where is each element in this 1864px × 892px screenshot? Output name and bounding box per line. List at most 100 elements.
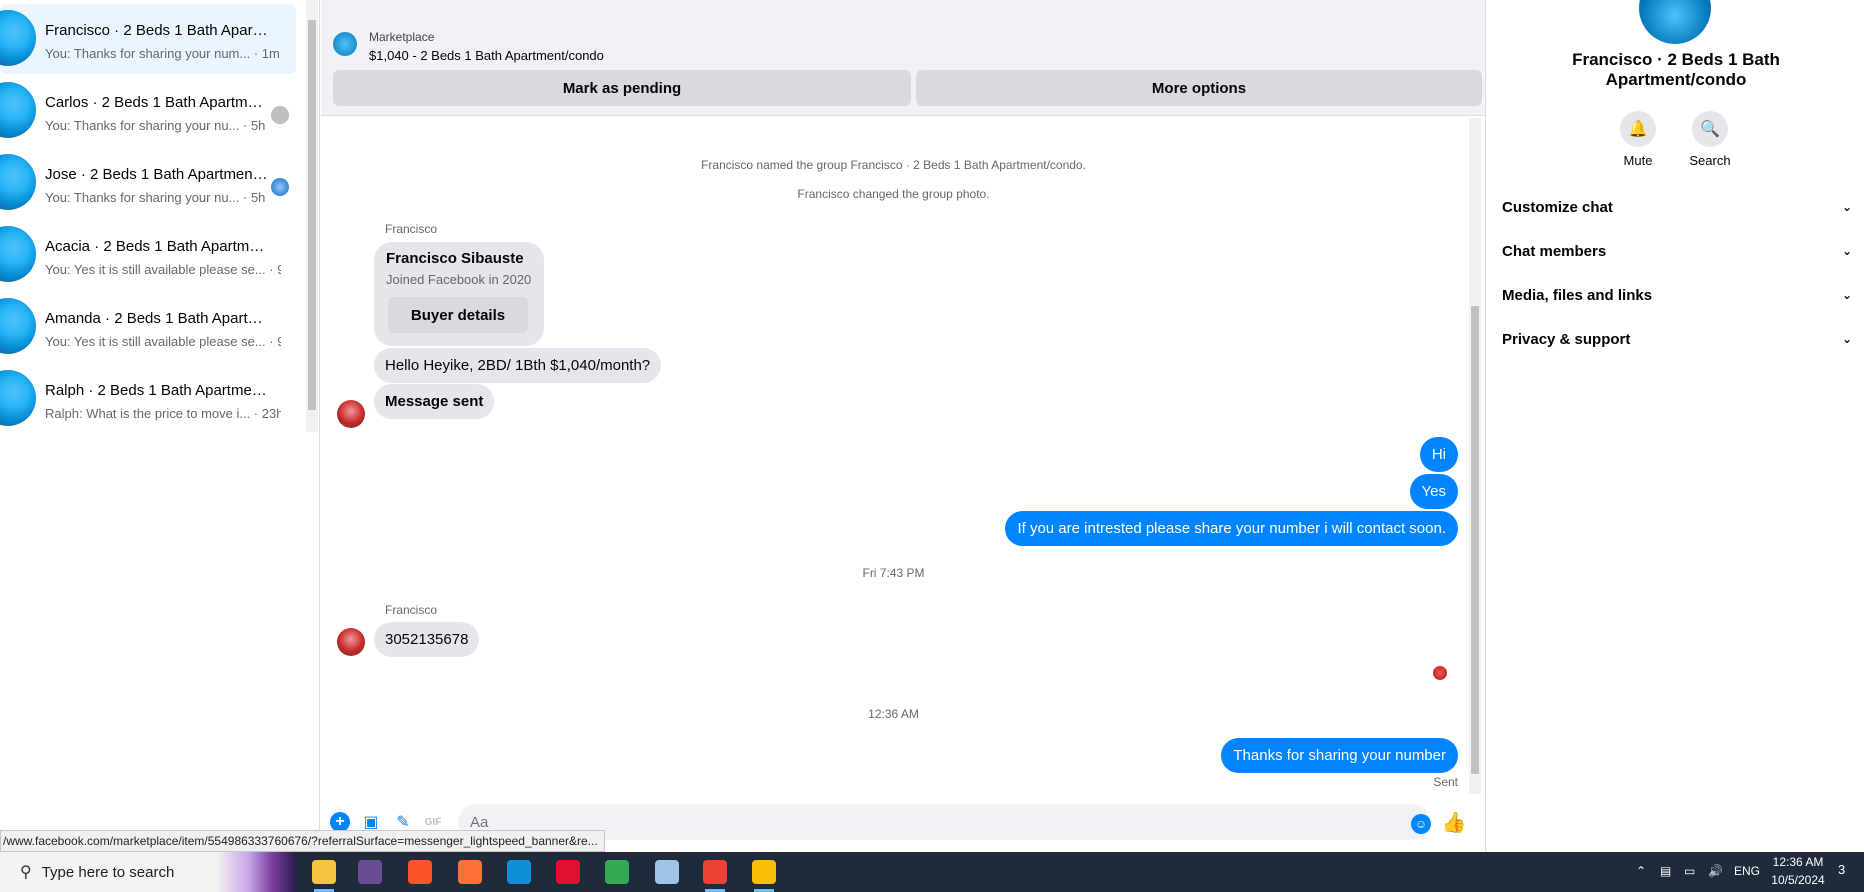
section-privacy-support[interactable]: Privacy & support ⌄ <box>1502 319 1852 359</box>
system-message: Francisco named the group Francisco · 2 … <box>701 158 1086 172</box>
conversation-name: Jose · 2 Beds 1 Bath Apartment/condo <box>45 166 270 183</box>
chrome-profile-icon[interactable] <box>703 860 727 892</box>
conversation-name: Acacia · 2 Beds 1 Bath Apartment/condo <box>45 238 270 255</box>
section-media-files-links[interactable]: Media, files and links ⌄ <box>1502 275 1852 315</box>
language-indicator[interactable]: ENG <box>1734 864 1760 878</box>
conversation-list-scroll-thumb[interactable] <box>308 20 316 410</box>
timestamp-divider: 12:36 AM <box>868 707 919 721</box>
system-message: Francisco changed the group photo. <box>797 187 990 201</box>
conversation-item-jose[interactable]: Jose · 2 Beds 1 Bath Apartment/condo You… <box>0 148 296 218</box>
section-label: Customize chat <box>1502 198 1613 216</box>
device-icon[interactable]: ▤ <box>1660 864 1671 878</box>
search-highlight-art <box>216 852 296 892</box>
listing-thumbnail <box>0 10 36 66</box>
gif-icon[interactable]: GIF <box>423 812 443 832</box>
chrome-icon[interactable] <box>605 860 629 884</box>
app-icon[interactable] <box>358 860 382 884</box>
plus-icon[interactable]: + <box>330 812 350 832</box>
chrome-profile-2-icon[interactable] <box>752 860 776 892</box>
notepad-icon[interactable] <box>655 860 679 884</box>
sender-avatar[interactable] <box>337 400 365 428</box>
thumbs-up-icon[interactable]: 👍 <box>1442 810 1467 834</box>
section-label: Privacy & support <box>1502 330 1631 348</box>
listing-title[interactable]: $1,040 - 2 Beds 1 Bath Apartment/condo <box>369 48 604 63</box>
sender-avatar[interactable] <box>337 628 365 656</box>
message-bubble-outgoing[interactable]: Thanks for sharing your number <box>1221 738 1458 773</box>
conversation-item-carlos[interactable]: Carlos · 2 Beds 1 Bath Apartment/condo Y… <box>0 76 296 146</box>
listing-thumbnail <box>0 82 36 138</box>
section-customize-chat[interactable]: Customize chat ⌄ <box>1502 187 1852 227</box>
message-bubble-incoming[interactable]: Message sent <box>374 384 495 419</box>
taskbar-search-placeholder: Type here to search <box>41 863 175 881</box>
bell-icon[interactable]: 🔔 <box>1620 111 1656 147</box>
notification-center-icon[interactable]: 3 <box>1838 862 1858 882</box>
chat-scroll-thumb[interactable] <box>1471 306 1479 774</box>
chevron-down-icon: ⌄ <box>1841 332 1852 346</box>
windows-taskbar: ⚲ Type here to search ⌃ ▤ ▭ 🔊 ENG 12:36 … <box>0 852 1864 892</box>
firefox-icon[interactable] <box>458 860 482 884</box>
clock-time[interactable]: 12:36 AM <box>1768 855 1828 869</box>
sender-name: Francisco <box>385 222 438 236</box>
mute-label: Mute <box>1623 153 1653 168</box>
sender-name: Francisco <box>385 603 438 617</box>
conversation-list: Francisco · 2 Beds 1 Bath Apartment/cond… <box>0 0 320 852</box>
section-label: Chat members <box>1502 242 1607 260</box>
notification-count: 3 <box>1838 862 1846 877</box>
conversation-name: Amanda · 2 Beds 1 Bath Apartment/condo <box>45 310 270 327</box>
conversation-item-acacia[interactable]: Acacia · 2 Beds 1 Bath Apartment/condo Y… <box>0 220 296 290</box>
listing-thumbnail <box>0 226 36 282</box>
conversation-snippet: You: Thanks for sharing your nu... · 5h <box>45 190 266 205</box>
buyer-joined-date: Joined Facebook in 2020 <box>386 272 532 287</box>
message-bubble-outgoing[interactable]: Hi <box>1419 437 1458 472</box>
emoji-icon[interactable]: ☺ <box>1411 814 1431 834</box>
brave-browser-icon[interactable] <box>408 860 432 884</box>
section-label: Media, files and links <box>1502 286 1653 304</box>
conversation-item-amanda[interactable]: Amanda · 2 Beds 1 Bath Apartment/condo Y… <box>0 292 296 362</box>
mark-as-pending-button[interactable]: Mark as pending <box>333 70 911 106</box>
message-bubble-incoming[interactable]: 3052135678 <box>374 622 480 657</box>
conversation-snippet: Ralph: What is the price to move i... · … <box>45 406 281 421</box>
buyer-profile-card: Francisco Sibauste Joined Facebook in 20… <box>374 242 544 346</box>
link-status-url: /www.facebook.com/marketplace/item/55498… <box>0 830 605 852</box>
taskbar-search[interactable]: ⚲ Type here to search <box>0 852 296 892</box>
listing-thumbnail <box>0 298 36 354</box>
chevron-down-icon: ⌄ <box>1841 288 1852 302</box>
file-explorer-icon[interactable] <box>312 860 336 892</box>
listing-thumbnail <box>333 32 357 56</box>
search-label: Search <box>1689 153 1731 168</box>
timestamp-divider: Fri 7:43 PM <box>862 566 925 580</box>
chevron-down-icon: ⌄ <box>1841 200 1852 214</box>
chat-pane: Marketplace $1,040 - 2 Beds 1 Bath Apart… <box>321 0 1485 852</box>
conversation-item-ralph[interactable]: Ralph · 2 Beds 1 Bath Apartment/condo Ra… <box>0 364 296 434</box>
section-chat-members[interactable]: Chat members ⌄ <box>1502 231 1852 271</box>
conversation-item-francisco[interactable]: Francisco · 2 Beds 1 Bath Apartment/cond… <box>0 4 296 74</box>
group-photo[interactable] <box>1639 0 1711 44</box>
marketplace-label: Marketplace <box>369 30 435 44</box>
message-bubble-outgoing[interactable]: Yes <box>1409 474 1458 509</box>
opera-icon[interactable] <box>556 860 580 884</box>
edge-icon[interactable] <box>507 860 531 884</box>
more-options-button[interactable]: More options <box>916 70 1482 106</box>
conversation-name: Carlos · 2 Beds 1 Bath Apartment/condo <box>45 94 270 111</box>
network-icon[interactable]: ▭ <box>1684 864 1695 878</box>
message-bubble-outgoing[interactable]: If you are intrested please share your n… <box>1005 511 1458 546</box>
read-avatar-icon <box>271 106 289 124</box>
chevron-up-icon[interactable]: ⌃ <box>1636 864 1646 878</box>
clock-date[interactable]: 10/5/2024 <box>1768 873 1828 887</box>
message-bubble-incoming[interactable]: Hello Heyike, 2BD/ 1Bth $1,040/month? <box>374 348 662 383</box>
sent-status: Sent <box>1433 775 1458 789</box>
volume-icon[interactable]: 🔊 <box>1708 864 1723 878</box>
conversation-name: Francisco · 2 Beds 1 Bath Apartment/cond… <box>45 22 270 39</box>
conversation-snippet: You: Thanks for sharing your nu... · 5h <box>45 118 266 133</box>
listing-thumbnail <box>0 370 36 426</box>
read-receipt-avatar-icon <box>1433 666 1447 680</box>
marketplace-banner: Marketplace $1,040 - 2 Beds 1 Bath Apart… <box>321 0 1485 116</box>
sticker-icon[interactable]: ✎ <box>393 812 413 832</box>
group-name: Francisco · 2 Beds 1 Bath Apartment/cond… <box>1572 50 1780 89</box>
search-icon: ⚲ <box>20 864 32 881</box>
conversation-snippet: You: Yes it is still available please se… <box>45 334 281 349</box>
conversation-snippet: You: Thanks for sharing your num... · 1m <box>45 46 280 61</box>
buyer-details-button[interactable]: Buyer details <box>388 297 528 333</box>
photo-icon[interactable]: ▣ <box>361 812 381 832</box>
search-icon[interactable]: 🔍 <box>1692 111 1728 147</box>
